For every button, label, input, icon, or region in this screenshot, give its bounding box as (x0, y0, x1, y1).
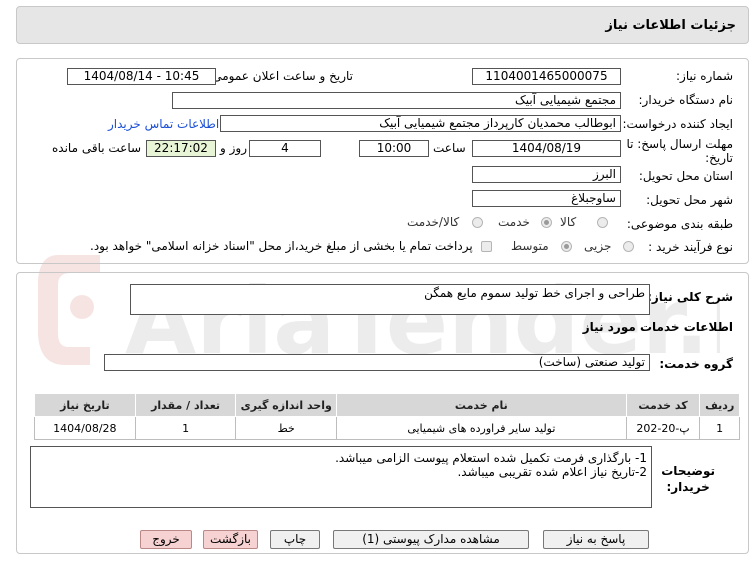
services-table: ردیف کد خدمت نام خدمت واحد اندازه گیری ت… (34, 393, 740, 440)
city-label: شهر محل تحویل: (646, 193, 733, 207)
cell-service-name: تولید سایر فراورده های شیمیایی (336, 416, 627, 440)
treasury-payment-note: پرداخت تمام یا بخشی از مبلغ خرید،از محل … (90, 239, 473, 253)
process-label: نوع فرآیند خرید : (648, 240, 733, 254)
col-unit: واحد اندازه گیری (235, 393, 338, 417)
process-option-medium: متوسط (511, 239, 549, 253)
category-option-goods: کالا (560, 215, 577, 229)
days-field: 4 (249, 140, 321, 157)
category-option-goods-service: کالا/خدمت (407, 215, 460, 229)
buyer-notes-line2: 2-تاریخ نیاز اعلام شده تقریبی میباشد. (457, 465, 647, 479)
col-need-date: تاریخ نیاز (34, 393, 136, 417)
table-header-row: ردیف کد خدمت نام خدمت واحد اندازه گیری ت… (34, 393, 740, 417)
cell-service-code: پ-20-202 (625, 416, 701, 440)
print-button[interactable]: چاپ (270, 530, 320, 549)
remaining-label: ساعت باقی مانده (52, 141, 142, 155)
buyer-org-label: نام دستگاه خریدار: (638, 93, 734, 107)
cell-quantity: 1 (134, 416, 237, 440)
view-attachments-button[interactable]: مشاهده مدارک پیوستی (1) (333, 530, 529, 549)
cell-row-number: 1 (699, 416, 740, 440)
category-option-service: خدمت (498, 215, 530, 229)
creator-field: ابوطالب محمدیان کارپرداز مجتمع شیمیایی آ… (220, 115, 621, 132)
page-header: جزئیات اطلاعات نیاز (16, 6, 749, 44)
buyer-notes-label-line2: خریدار: (666, 480, 710, 494)
deadline-label: مهلت ارسال پاسخ: تا تاریخ: (626, 137, 733, 165)
need-number-label: شماره نیاز: (676, 69, 733, 83)
buyer-org-field: مجتمع شیمیایی آبیک (172, 92, 621, 109)
category-radio-goods[interactable] (597, 217, 608, 228)
service-group-label: گروه خدمت: (659, 357, 733, 371)
col-quantity: تعداد / مقدار (134, 393, 237, 417)
deadline-time-field: 10:00 (359, 140, 429, 157)
province-field: البرز (472, 166, 621, 183)
buyer-notes-label-line1: توضیحات (661, 464, 715, 478)
creator-label: ایجاد کننده درخواست: (622, 117, 733, 131)
reply-button[interactable]: پاسخ به نیاز (543, 530, 649, 549)
deadline-label-line2: تاریخ: (705, 151, 733, 165)
announce-field: 1404/08/14 - 10:45 (67, 68, 216, 85)
buyer-notes-field: 1- بارگذاری فرمت تکمیل شده استعلام پیوست… (30, 446, 652, 508)
buyer-notes-label: توضیحات خریدار: (661, 463, 715, 495)
deadline-date-field: 1404/08/19 (472, 140, 621, 157)
deadline-time-label: ساعت (433, 141, 466, 155)
category-label: طبقه بندی موضوعی: (626, 217, 733, 231)
table-row: 1 پ-20-202 تولید سایر فراورده های شیمیای… (34, 416, 740, 440)
cell-unit: خط (235, 416, 338, 440)
process-radio-minor[interactable] (623, 241, 634, 252)
buyer-contact-link[interactable]: اطلاعات تماس خریدار (108, 117, 219, 132)
process-radio-medium[interactable] (561, 241, 572, 252)
remaining-time-field: 22:17:02 (146, 140, 216, 157)
announce-label: تاریخ و ساعت اعلان عمومی: (208, 69, 353, 83)
deadline-label-line1: مهلت ارسال پاسخ: تا (626, 137, 733, 151)
cell-need-date: 1404/08/28 (34, 416, 136, 440)
buyer-notes-line1: 1- بارگذاری فرمت تکمیل شده استعلام پیوست… (335, 451, 647, 465)
summary-label: شرح کلی نیاز: (647, 290, 733, 304)
back-button[interactable]: بازگشت (203, 530, 258, 549)
category-radio-goods-service[interactable] (472, 217, 483, 228)
service-group-field: تولید صنعتی (ساخت) (104, 354, 650, 371)
need-number-field: 1104001465000075 (472, 68, 621, 85)
col-service-code: کد خدمت (625, 393, 701, 417)
col-row-number: ردیف (699, 393, 740, 417)
days-label: روز و (220, 141, 247, 155)
summary-field: طراحی و اجرای خط تولید سموم مایع همگن (130, 284, 650, 315)
col-service-name: نام خدمت (336, 393, 627, 417)
province-label: استان محل تحویل: (638, 169, 733, 183)
process-option-minor: جزیی (584, 239, 612, 253)
exit-button[interactable]: خروج (140, 530, 192, 549)
treasury-payment-checkbox[interactable] (481, 241, 492, 252)
page-title: جزئیات اطلاعات نیاز (605, 18, 736, 33)
city-field: ساوجبلاغ (472, 190, 621, 207)
services-section-title: اطلاعات خدمات مورد نیاز (582, 320, 733, 334)
category-radio-service[interactable] (541, 217, 552, 228)
